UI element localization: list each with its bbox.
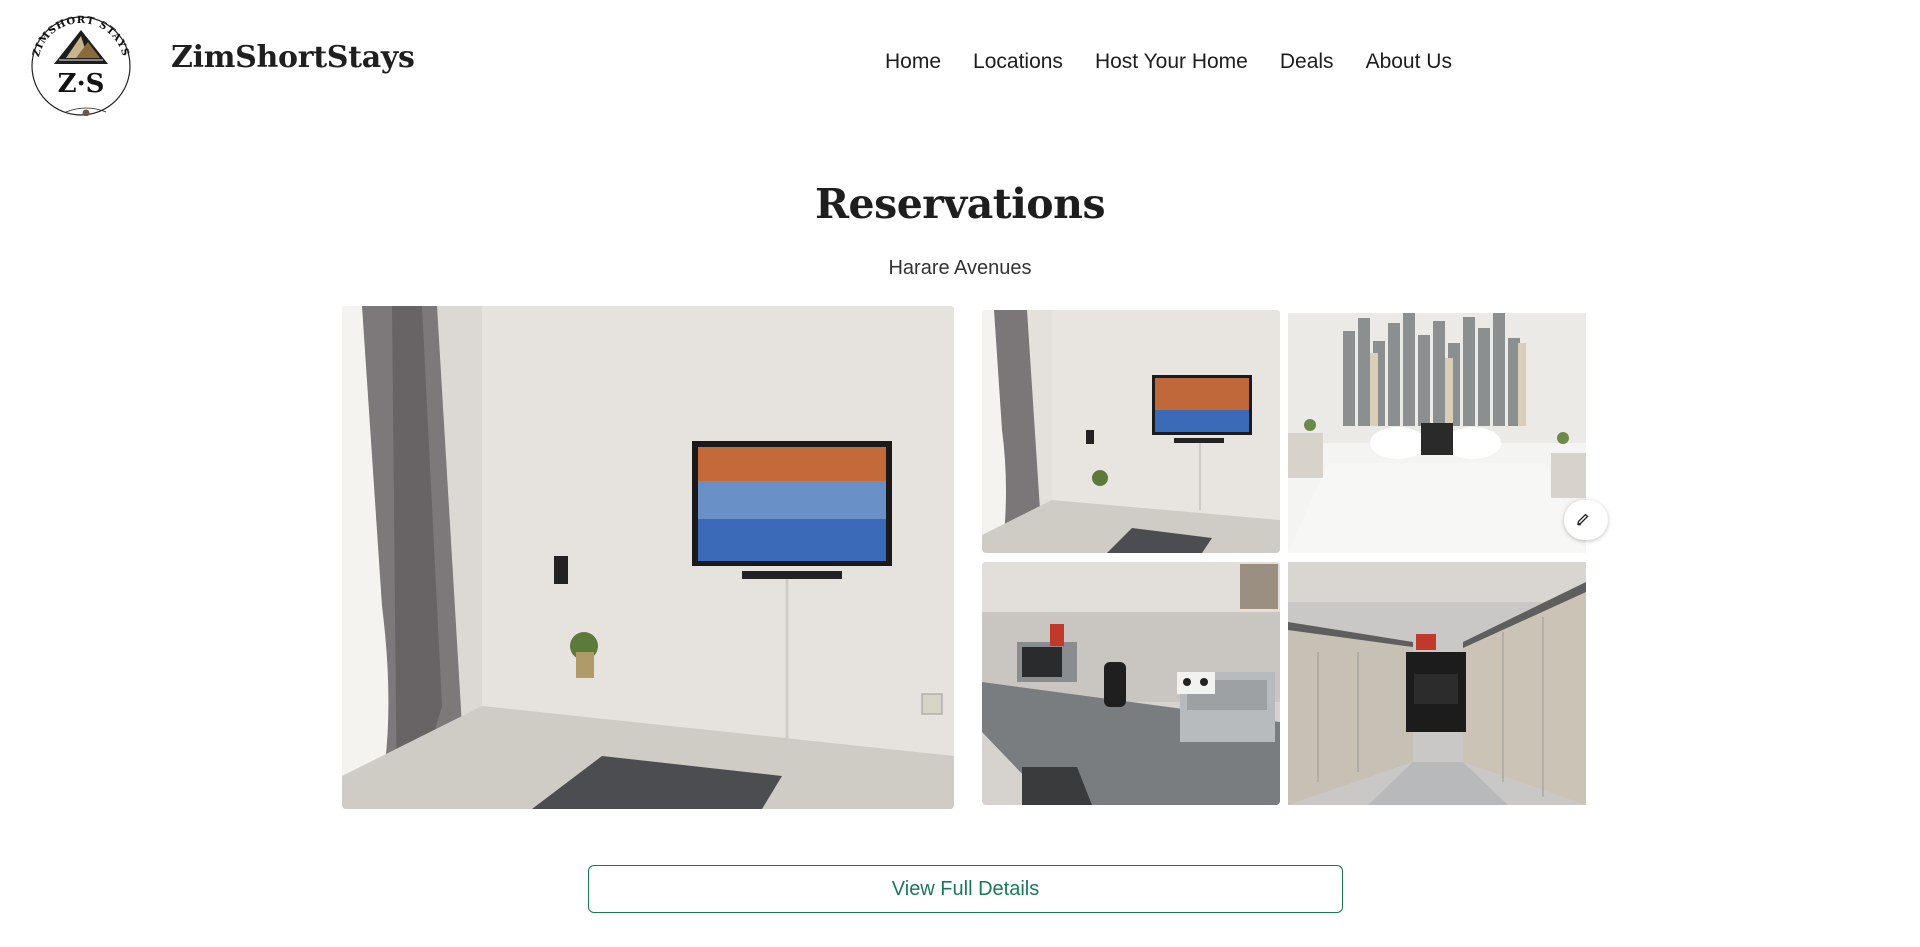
nav-deals[interactable]: Deals [1280,50,1334,74]
view-full-details-button[interactable]: View Full Details [588,865,1343,913]
pencil-icon [1576,511,1590,530]
main-gallery-image[interactable] [342,306,954,809]
thumbnail-bedroom[interactable] [1288,313,1586,553]
location-name: Harare Avenues [888,257,1032,279]
nav-locations[interactable]: Locations [973,50,1063,74]
nav-host-your-home[interactable]: Host Your Home [1095,50,1248,74]
main-nav: Home Locations Host Your Home Deals Abou… [885,50,1452,74]
nav-home[interactable]: Home [885,50,941,74]
site-header: ZIMSHORT STAYS Z·S ZimShortStays Home Lo… [0,0,1920,125]
edit-gallery-button[interactable] [1564,500,1608,540]
thumbnail-kitchen-counter[interactable] [982,562,1280,805]
thumbnail-kitchen-stove[interactable] [1288,562,1586,805]
logo-monogram: Z·S [58,69,105,99]
brand-name[interactable]: ZimShortStays [171,40,415,75]
page-title: Reservations [814,180,1106,228]
thumbnail-living-room[interactable] [982,310,1280,553]
logo[interactable]: ZIMSHORT STAYS Z·S [26,12,136,117]
nav-about-us[interactable]: About Us [1366,50,1452,74]
